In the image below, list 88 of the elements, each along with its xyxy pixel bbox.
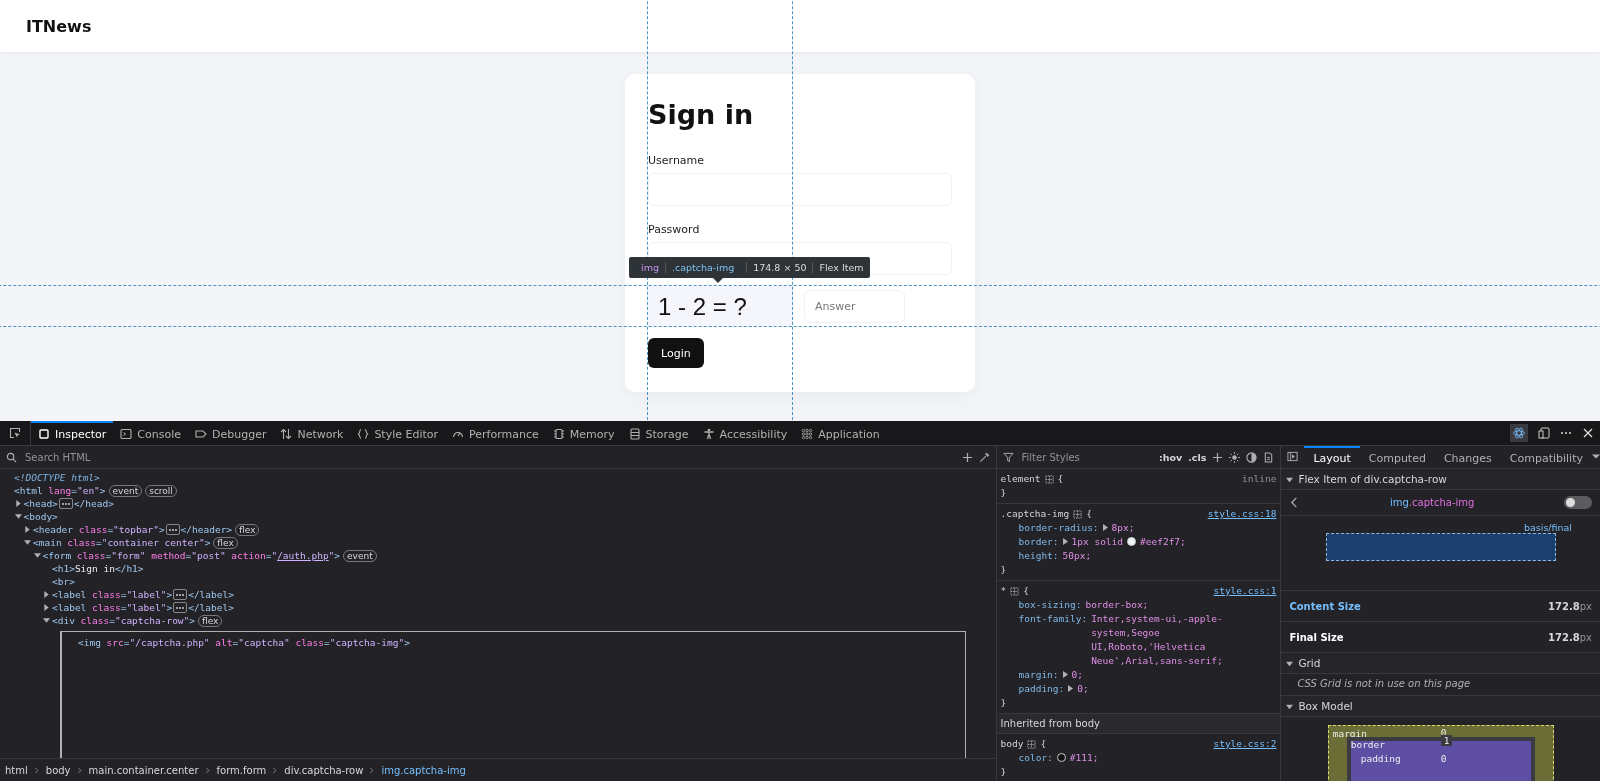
markup-token: <br> — [52, 576, 75, 587]
markup-token: "label" — [126, 589, 167, 600]
markup-token: action — [230, 550, 266, 561]
markup-token: " — [271, 550, 278, 561]
markup-token: lang — [47, 485, 72, 496]
markup-token: "captcha-row" — [114, 615, 190, 626]
markup-token: <html — [14, 485, 43, 496]
markup-token: "/captcha.php" — [129, 637, 210, 648]
markup-token: </label> — [188, 589, 234, 600]
markup-token: = — [324, 637, 330, 648]
markup-token: "form" — [111, 550, 146, 561]
markup-token: <h1> — [52, 563, 75, 574]
markup-token: method — [150, 550, 186, 561]
markup-token: class — [294, 637, 325, 648]
field-label: Username — [648, 154, 706, 167]
form-title: Sign in — [648, 98, 755, 132]
markup-token: "topbar" — [113, 524, 159, 535]
rule-brace: } — [1000, 697, 1007, 708]
rule-selector: * — [1000, 584, 1007, 598]
rule-brace: { — [1023, 584, 1029, 598]
element-tooltip: img .captcha-img 174.8 × 50 Flex Item — [629, 257, 870, 278]
markup-token: > — [166, 589, 173, 600]
markup-token: "captcha" — [238, 637, 290, 648]
markup-token: <div — [52, 615, 75, 626]
markup-token: "en" — [76, 485, 100, 496]
markup-token: > — [158, 524, 165, 535]
markup-token: > — [204, 537, 211, 548]
markup-token: = — [185, 550, 192, 561]
rule-brace: } — [1000, 766, 1007, 777]
markup-token: <form — [42, 550, 72, 561]
markup-token: = — [120, 602, 127, 613]
markup-token: "post" — [191, 550, 226, 561]
markup-token: "label" — [126, 602, 167, 613]
inherited-header: Inherited from body — [996, 714, 1281, 734]
markup-token: src — [105, 637, 124, 648]
markup-token: <head> — [23, 498, 58, 509]
markup-token: <body> — [23, 511, 58, 522]
markup-token: <label — [52, 589, 87, 600]
field-label: Password — [648, 223, 701, 236]
size-label: Final Size — [1289, 631, 1345, 643]
markup-token: > — [99, 485, 106, 496]
markup-token: = — [71, 485, 77, 496]
rule-selector: body — [1000, 737, 1024, 751]
rule-brace: } — [1000, 564, 1007, 575]
markup-token: <header — [33, 524, 74, 535]
markup-token: > — [334, 550, 341, 561]
markup-token: > — [166, 602, 173, 613]
markup-token: alt — [214, 637, 233, 648]
markup-token: <label — [52, 602, 87, 613]
markup-token: = — [265, 550, 272, 561]
markup-token: </head> — [73, 498, 114, 509]
markup-token: </header> — [180, 524, 233, 535]
rule-brace: } — [1000, 487, 1007, 498]
markup-token: <img — [78, 637, 101, 648]
markup-token: = — [107, 524, 114, 535]
markup-token: Sign in — [74, 563, 115, 574]
markup-token: " — [328, 550, 335, 561]
rule-brace: { — [1040, 737, 1047, 751]
markup-token: </label> — [188, 602, 234, 613]
axis-label: basis/final — [1523, 522, 1572, 533]
markup-token: class — [66, 537, 96, 548]
markup-token: = — [105, 550, 112, 561]
markup-token: "captcha-img" — [329, 637, 405, 648]
markup-token: > — [189, 615, 196, 626]
rule-brace: { — [1086, 507, 1092, 521]
markup-token: </h1> — [114, 563, 144, 574]
markup-token: class — [77, 524, 108, 535]
markup-token: class — [91, 602, 121, 613]
size-value: 172.8px — [1548, 631, 1592, 643]
markup-token: class — [79, 615, 110, 626]
captcha-image: 1 - 2 = ? — [648, 286, 793, 327]
markup-token: class — [75, 550, 106, 561]
markup-token: > — [404, 637, 410, 648]
source-label: inline — [1242, 472, 1277, 486]
markup-token: <main — [33, 537, 62, 548]
markup-token: = — [123, 637, 130, 648]
markup-token: = — [109, 615, 115, 626]
markup-token: "container center" — [101, 537, 205, 548]
rule-selector: .captcha-img — [1000, 507, 1070, 521]
markup-token: = — [120, 589, 127, 600]
size-value: 172.8px — [1548, 600, 1592, 612]
markup-token: = — [95, 537, 102, 548]
markup-token: class — [91, 589, 121, 600]
size-label: Content Size — [1289, 600, 1362, 612]
markup-token: = — [232, 637, 239, 648]
rule-selector: element — [1000, 472, 1041, 486]
rule-brace: { — [1057, 472, 1064, 486]
markup-token: <!DOCTYPE html> — [14, 472, 100, 483]
